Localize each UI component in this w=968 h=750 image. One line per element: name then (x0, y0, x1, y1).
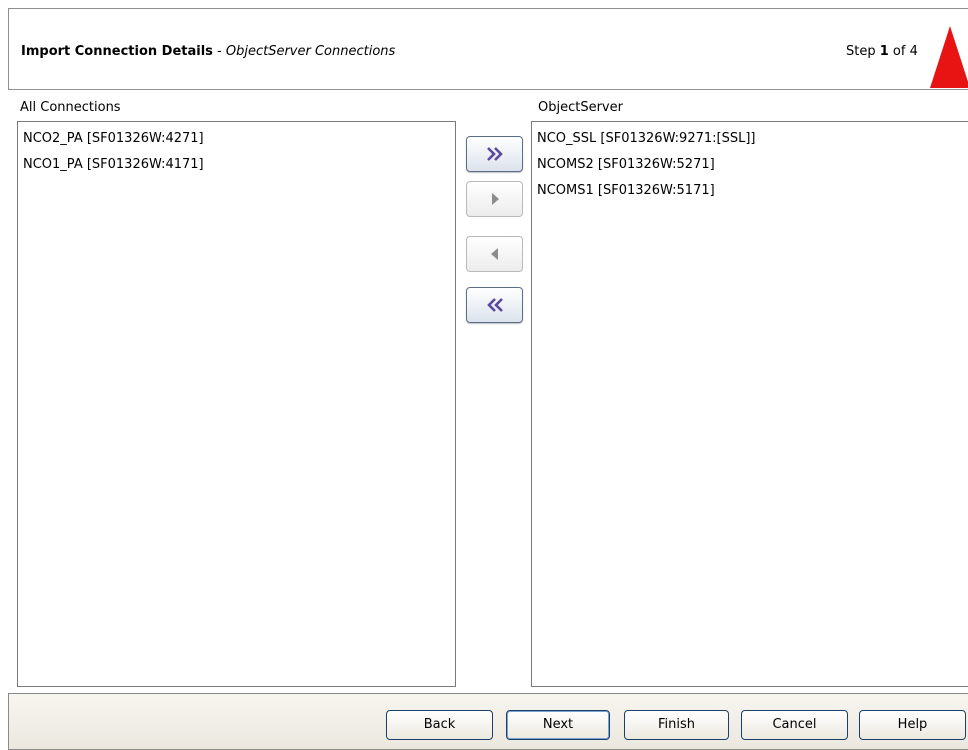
objectserver-list[interactable]: NCO_SSL [SF01326W:9271:[SSL]] NCOMS2 [SF… (531, 121, 968, 687)
double-chevron-left-icon (486, 298, 503, 312)
title-main: Import Connection Details (21, 44, 213, 59)
wizard-header: Import Connection Details - ObjectServer… (8, 8, 968, 90)
triangle-right-icon (491, 193, 499, 205)
list-item[interactable]: NCO1_PA [SF01326W:4171] (18, 152, 455, 178)
title-subtitle: ObjectServer Connections (225, 44, 396, 59)
cancel-button[interactable]: Cancel (741, 710, 848, 740)
step-current: 1 (879, 44, 889, 59)
triangle-left-icon (490, 248, 498, 260)
list-item[interactable]: NCOMS1 [SF01326W:5171] (532, 178, 968, 204)
step-prefix: Step (846, 44, 880, 59)
warning-triangle-icon (930, 26, 968, 88)
list-item[interactable]: NCO_SSL [SF01326W:9271:[SSL]] (532, 126, 968, 152)
double-chevron-right-icon (486, 147, 503, 161)
step-suffix: of 4 (888, 44, 918, 59)
objectserver-label: ObjectServer (538, 100, 623, 115)
move-all-left-button[interactable] (466, 287, 523, 323)
move-right-button[interactable] (466, 181, 523, 217)
move-all-right-button[interactable] (466, 136, 523, 172)
move-left-button[interactable] (466, 236, 523, 272)
title-separator: - (212, 44, 226, 59)
back-button[interactable]: Back (386, 710, 493, 740)
import-wizard: Import Connection Details - ObjectServer… (0, 0, 968, 750)
page-title: Import Connection Details - ObjectServer… (21, 44, 395, 59)
all-connections-label: All Connections (20, 100, 121, 115)
help-button[interactable]: Help (859, 710, 966, 740)
all-connections-list[interactable]: NCO2_PA [SF01326W:4271] NCO1_PA [SF01326… (17, 121, 456, 687)
list-item[interactable]: NCOMS2 [SF01326W:5271] (532, 152, 968, 178)
list-item[interactable]: NCO2_PA [SF01326W:4271] (18, 126, 455, 152)
step-indicator: Step 1 of 4 (846, 44, 918, 59)
finish-button[interactable]: Finish (624, 710, 729, 740)
next-button[interactable]: Next (506, 710, 610, 740)
